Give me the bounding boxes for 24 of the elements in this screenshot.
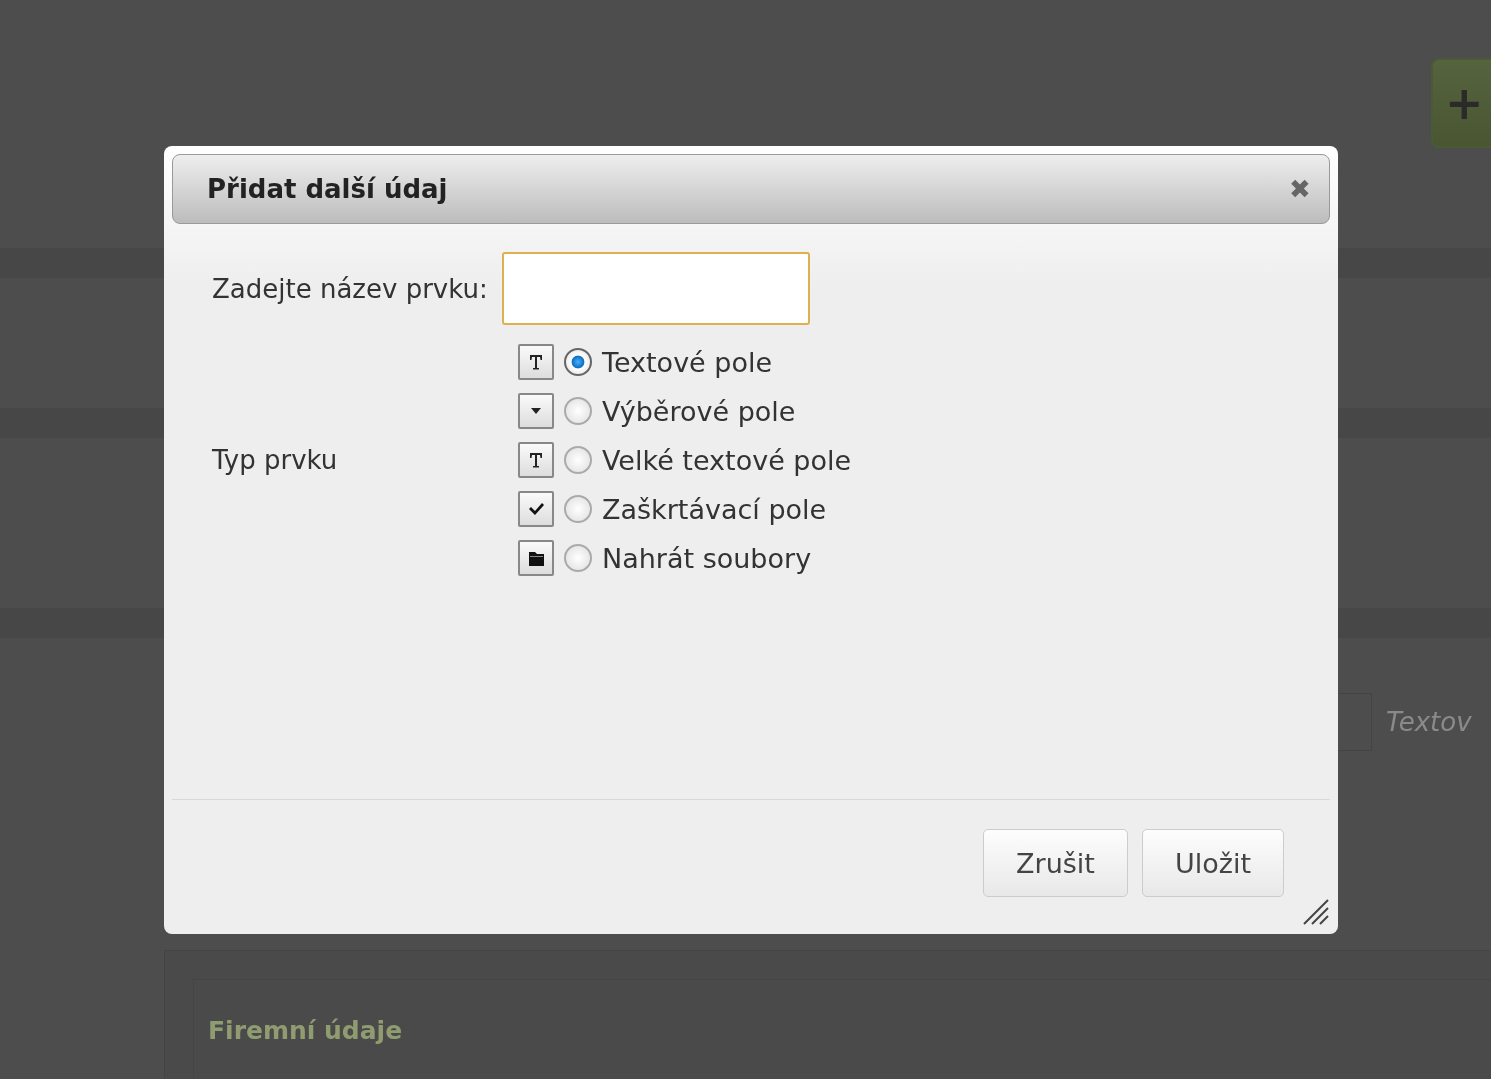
dialog-button[interactable]: Zrušit <box>983 829 1128 897</box>
dropdown-icon <box>518 393 554 429</box>
text-field-icon <box>518 442 554 478</box>
option-label: Zaškrtávací pole <box>602 493 827 525</box>
checkmark-icon <box>518 491 554 527</box>
close-button[interactable]: ✖ <box>1289 173 1311 205</box>
option-label: Nahrát soubory <box>602 542 812 574</box>
option-label: Výběrové pole <box>602 395 796 427</box>
option-label: Textové pole <box>602 346 773 378</box>
radio-button[interactable] <box>564 446 592 474</box>
option-label: Velké textové pole <box>602 444 852 476</box>
radio-button[interactable] <box>564 348 592 376</box>
dialog-title: Přidat další údaj <box>207 174 448 204</box>
field-label: Typ prvku <box>212 445 339 475</box>
section-title: Firemní údaje <box>208 1016 403 1045</box>
radio-button[interactable] <box>564 544 592 572</box>
folder-icon <box>518 540 554 576</box>
field-hint: Textov <box>1386 707 1472 737</box>
field-label: Zadejte název prvku: <box>212 273 488 304</box>
dialog-button[interactable]: Uložit <box>1141 829 1284 897</box>
name-input-field[interactable] <box>501 252 810 325</box>
radio-button[interactable] <box>564 397 592 425</box>
text-field-icon <box>518 344 554 380</box>
radio-button[interactable] <box>564 495 592 523</box>
